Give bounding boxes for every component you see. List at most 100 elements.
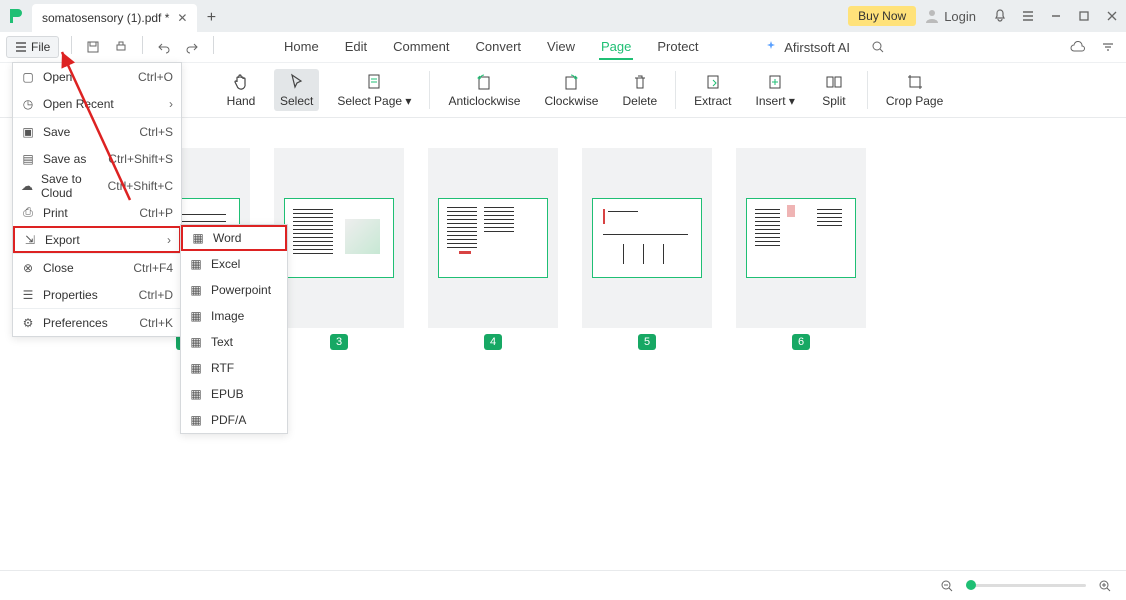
page-thumb[interactable]: 4 xyxy=(428,148,558,350)
close-window-icon[interactable] xyxy=(1098,2,1126,30)
user-icon xyxy=(924,8,940,24)
login-button[interactable]: Login xyxy=(924,8,976,24)
menu-comment[interactable]: Comment xyxy=(391,35,451,60)
menu-export[interactable]: ⇲ Export › xyxy=(13,226,181,253)
bell-icon[interactable] xyxy=(986,2,1014,30)
tool-split[interactable]: Split xyxy=(813,69,855,111)
titlebar: somatosensory (1).pdf * ✕ + Buy Now Logi… xyxy=(0,0,1126,32)
export-word[interactable]: ▦ Word xyxy=(181,225,287,251)
menu-edit[interactable]: Edit xyxy=(343,35,369,60)
export-powerpoint[interactable]: ▦ Powerpoint xyxy=(181,277,287,303)
hamburger-icon[interactable] xyxy=(1014,2,1042,30)
export-excel[interactable]: ▦ Excel xyxy=(181,251,287,277)
quick-access xyxy=(67,36,218,58)
menu-page[interactable]: Page xyxy=(599,35,633,60)
export-epub[interactable]: ▦ EPUB xyxy=(181,381,287,407)
menu-home[interactable]: Home xyxy=(282,35,321,60)
tool-hand-label: Hand xyxy=(227,94,256,108)
extract-icon xyxy=(703,72,723,92)
export-rtf-label: RTF xyxy=(211,361,234,375)
print-icon[interactable] xyxy=(110,36,132,58)
menu-print[interactable]: ⎙ Print Ctrl+P xyxy=(13,199,181,226)
tool-extract[interactable]: Extract xyxy=(688,69,737,111)
tool-delete[interactable]: Delete xyxy=(616,69,663,111)
zoom-slider[interactable] xyxy=(966,584,1086,587)
tool-select[interactable]: Select xyxy=(274,69,319,111)
menu-save-as[interactable]: ▤ Save as Ctrl+Shift+S xyxy=(13,145,181,172)
menu-open[interactable]: ▢ Open Ctrl+O xyxy=(13,63,181,90)
menu-close[interactable]: ⊗ Close Ctrl+F4 xyxy=(13,254,181,281)
tool-crop[interactable]: Crop Page xyxy=(880,69,949,111)
trash-icon xyxy=(630,72,650,92)
rtf-icon: ▦ xyxy=(189,361,203,375)
tool-acw-label: Anticlockwise xyxy=(448,94,520,108)
menu-prefs-label: Preferences xyxy=(43,316,108,330)
chevron-right-icon: › xyxy=(167,233,171,247)
collapse-icon[interactable] xyxy=(1096,35,1120,59)
cloud-icon[interactable] xyxy=(1066,35,1090,59)
rotate-ccw-icon xyxy=(474,72,494,92)
new-tab-button[interactable]: + xyxy=(197,4,225,32)
page-number: 4 xyxy=(484,334,502,350)
zoom-out-icon[interactable] xyxy=(938,577,956,595)
menu-prefs-shortcut: Ctrl+K xyxy=(139,316,173,330)
insert-icon xyxy=(765,72,785,92)
page-number: 5 xyxy=(638,334,656,350)
menu-print-label: Print xyxy=(43,206,68,220)
redo-icon[interactable] xyxy=(181,36,203,58)
minimize-icon[interactable] xyxy=(1042,2,1070,30)
tab-title: somatosensory (1).pdf * xyxy=(42,11,169,25)
menu-save-cloud[interactable]: ☁ Save to Cloud Ctrl+Shift+C xyxy=(13,172,181,199)
export-rtf[interactable]: ▦ RTF xyxy=(181,355,287,381)
buy-now-button[interactable]: Buy Now xyxy=(848,6,916,26)
menu-protect[interactable]: Protect xyxy=(655,35,700,60)
menu-save[interactable]: ▣ Save Ctrl+S xyxy=(13,118,181,145)
epub-icon: ▦ xyxy=(189,387,203,401)
main-menu: Home Edit Comment Convert View Page Prot… xyxy=(218,35,764,60)
tool-insert-label: Insert ▾ xyxy=(756,94,795,108)
hand-icon xyxy=(231,72,251,92)
tool-hand[interactable]: Hand xyxy=(220,69,262,111)
slider-knob[interactable] xyxy=(966,580,976,590)
tool-extract-label: Extract xyxy=(694,94,731,108)
zoom-in-icon[interactable] xyxy=(1096,577,1114,595)
ppt-icon: ▦ xyxy=(189,283,203,297)
tool-insert[interactable]: Insert ▾ xyxy=(750,69,801,111)
menu-convert[interactable]: Convert xyxy=(474,35,524,60)
tool-select-page[interactable]: Select Page ▾ xyxy=(331,69,417,111)
page-thumb[interactable]: 5 xyxy=(582,148,712,350)
search-icon[interactable] xyxy=(866,35,890,59)
ai-button[interactable]: Afirstsoft AI xyxy=(764,40,850,55)
tool-selectpage-label: Select Page ▾ xyxy=(337,94,411,108)
menu-preferences[interactable]: ⚙ Preferences Ctrl+K xyxy=(13,309,181,336)
save-icon[interactable] xyxy=(82,36,104,58)
page-thumb[interactable]: 3 xyxy=(274,148,404,350)
close-tab-icon[interactable]: ✕ xyxy=(177,11,187,25)
menu-open-recent[interactable]: ◷ Open Recent › xyxy=(13,90,181,117)
word-icon: ▦ xyxy=(191,231,205,245)
undo-icon[interactable] xyxy=(153,36,175,58)
page-number: 6 xyxy=(792,334,810,350)
menu-view[interactable]: View xyxy=(545,35,577,60)
save-icon: ▣ xyxy=(21,125,35,139)
status-bar xyxy=(0,570,1126,600)
export-image[interactable]: ▦ Image xyxy=(181,303,287,329)
document-tab[interactable]: somatosensory (1).pdf * ✕ xyxy=(32,4,197,32)
menu-open-label: Open xyxy=(43,70,72,84)
tool-split-label: Split xyxy=(822,94,845,108)
menu-properties[interactable]: ☰ Properties Ctrl+D xyxy=(13,281,181,308)
page-thumb[interactable]: 6 xyxy=(736,148,866,350)
export-pdfa[interactable]: ▦ PDF/A xyxy=(181,407,287,433)
tool-select-label: Select xyxy=(280,94,313,108)
maximize-icon[interactable] xyxy=(1070,2,1098,30)
tool-clockwise[interactable]: Clockwise xyxy=(538,69,604,111)
menu-saveas-shortcut: Ctrl+Shift+S xyxy=(108,152,173,166)
folder-icon: ▢ xyxy=(21,70,35,84)
tool-anticlockwise[interactable]: Anticlockwise xyxy=(442,69,526,111)
properties-icon: ☰ xyxy=(21,288,35,302)
menu-close-label: Close xyxy=(43,261,74,275)
export-excel-label: Excel xyxy=(211,257,240,271)
export-text[interactable]: ▦ Text xyxy=(181,329,287,355)
menu-props-label: Properties xyxy=(43,288,98,302)
file-menu-button[interactable]: File xyxy=(6,36,59,58)
